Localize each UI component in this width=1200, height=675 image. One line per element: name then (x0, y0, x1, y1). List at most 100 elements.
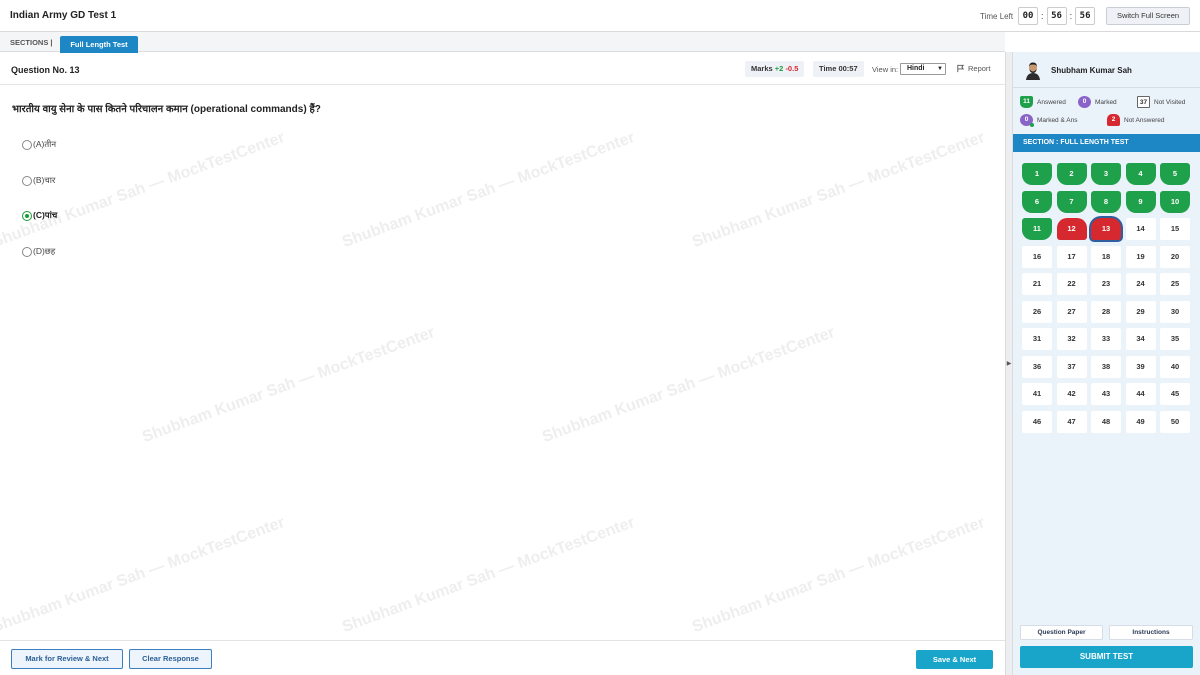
status-legend: 11 Answered 0 Marked 37 Not Visited 0 Ma… (1013, 92, 1200, 134)
question-button-17[interactable]: 17 (1056, 245, 1087, 268)
question-button-42[interactable]: 42 (1056, 383, 1087, 405)
question-button-6[interactable]: 6 (1022, 190, 1052, 213)
legend-marked-ans: 0 Marked & Ans (1020, 114, 1078, 127)
question-button-19[interactable]: 19 (1125, 245, 1156, 268)
question-paper-button[interactable]: Question Paper (1020, 625, 1103, 640)
question-button-27[interactable]: 27 (1056, 300, 1087, 323)
question-button-49[interactable]: 49 (1125, 410, 1156, 433)
instructions-button[interactable]: Instructions (1109, 625, 1193, 640)
report-button[interactable]: Report (956, 64, 991, 73)
question-button-18[interactable]: 18 (1091, 245, 1121, 268)
question-button-22[interactable]: 22 (1056, 273, 1087, 295)
question-button-48[interactable]: 48 (1091, 410, 1121, 433)
option-label: (D)छह (33, 246, 56, 256)
question-button-43[interactable]: 43 (1091, 383, 1121, 405)
timer-hours: 00 (1018, 7, 1039, 25)
question-button-36[interactable]: 36 (1022, 355, 1052, 378)
question-button-24[interactable]: 24 (1125, 273, 1156, 295)
option-label: (C)पांच (33, 210, 58, 220)
question-button-9[interactable]: 9 (1125, 190, 1156, 213)
question-button-47[interactable]: 47 (1056, 410, 1087, 433)
section-heading: SECTION : FULL LENGTH TEST (1013, 134, 1200, 152)
question-button-23[interactable]: 23 (1091, 273, 1121, 295)
marked-label: Marked (1095, 98, 1117, 106)
question-button-32[interactable]: 32 (1056, 328, 1087, 350)
avatar (1023, 60, 1043, 80)
question-button-28[interactable]: 28 (1091, 300, 1121, 323)
question-button-26[interactable]: 26 (1022, 300, 1052, 323)
question-button-38[interactable]: 38 (1091, 355, 1121, 378)
question-button-8[interactable]: 8 (1091, 190, 1121, 213)
question-header: Question No. 13 Marks +2 -0.5 Time 00:57… (0, 53, 1005, 85)
question-button-45[interactable]: 45 (1160, 383, 1190, 405)
tab-full-length-test[interactable]: Full Length Test (60, 36, 138, 53)
question-button-44[interactable]: 44 (1125, 383, 1156, 405)
option-c[interactable]: (C)पांच (22, 210, 57, 221)
question-button-35[interactable]: 35 (1160, 328, 1190, 350)
option-label: (B)चार (33, 175, 56, 185)
question-button-33[interactable]: 33 (1091, 328, 1121, 350)
question-button-34[interactable]: 34 (1125, 328, 1156, 350)
question-button-3[interactable]: 3 (1091, 163, 1121, 185)
answered-count: 11 (1020, 96, 1033, 108)
option-radio[interactable] (22, 139, 32, 150)
question-button-31[interactable]: 31 (1022, 328, 1052, 350)
not-answered-count: 2 (1107, 114, 1120, 126)
question-button-41[interactable]: 41 (1022, 383, 1052, 405)
question-button-4[interactable]: 4 (1125, 163, 1156, 185)
question-area: भारतीय वायु सेना के पास कितने परिचालन कम… (0, 85, 1005, 640)
question-button-13[interactable]: 13 (1091, 218, 1121, 240)
not-answered-label: Not Answered (1124, 116, 1165, 124)
question-button-39[interactable]: 39 (1125, 355, 1156, 378)
question-button-11[interactable]: 11 (1022, 218, 1052, 240)
question-text: भारतीय वायु सेना के पास कितने परिचालन कम… (12, 104, 321, 115)
question-button-1[interactable]: 1 (1022, 163, 1052, 185)
question-button-20[interactable]: 20 (1160, 245, 1190, 268)
question-button-10[interactable]: 10 (1160, 190, 1190, 213)
question-button-5[interactable]: 5 (1160, 163, 1190, 185)
marks-negative: -0.5 (785, 64, 799, 73)
question-button-21[interactable]: 21 (1022, 273, 1052, 295)
question-number: Question No. 13 (11, 65, 80, 75)
option-radio[interactable] (22, 246, 32, 257)
question-button-12[interactable]: 12 (1056, 218, 1087, 240)
timer: Time Left 00 : 56 : 56 (980, 6, 1096, 26)
question-button-30[interactable]: 30 (1160, 300, 1190, 323)
option-radio[interactable] (22, 175, 32, 186)
question-button-2[interactable]: 2 (1056, 163, 1087, 185)
clear-response-button[interactable]: Clear Response (129, 649, 212, 669)
marked-ans-count: 0 (1020, 114, 1034, 127)
question-button-40[interactable]: 40 (1160, 355, 1190, 378)
flag-icon (957, 64, 965, 73)
marks-badge: Marks +2 -0.5 (745, 61, 805, 77)
question-button-14[interactable]: 14 (1125, 218, 1156, 240)
marked-ans-label: Marked & Ans (1037, 116, 1078, 124)
timer-minutes: 56 (1046, 7, 1067, 25)
submit-test-button[interactable]: SUBMIT TEST (1020, 646, 1193, 668)
save-next-button[interactable]: Save & Next (916, 650, 993, 669)
question-button-37[interactable]: 37 (1056, 355, 1087, 378)
marks-label: Marks (751, 64, 773, 73)
timer-seconds: 56 (1075, 7, 1096, 25)
option-d[interactable]: (D)छह (22, 246, 55, 257)
mark-for-review-button[interactable]: Mark for Review & Next (11, 649, 123, 669)
option-label: (A)तीन (33, 139, 57, 149)
sections-bar: SECTIONS | Full Length Test (0, 32, 1005, 53)
option-radio[interactable] (22, 210, 32, 221)
question-button-50[interactable]: 50 (1160, 410, 1190, 433)
question-button-7[interactable]: 7 (1056, 190, 1087, 213)
question-button-29[interactable]: 29 (1125, 300, 1156, 323)
option-a[interactable]: (A)तीन (22, 139, 56, 150)
answered-label: Answered (1037, 98, 1066, 106)
language-select[interactable]: Hindi ▼ (900, 63, 946, 75)
legend-marked: 0 Marked (1078, 96, 1117, 108)
user-info: Shubham Kumar Sah (1013, 52, 1200, 88)
view-in-label: View in: (872, 65, 899, 74)
switch-full-screen-button[interactable]: Switch Full Screen (1106, 7, 1190, 25)
question-button-46[interactable]: 46 (1022, 410, 1052, 433)
collapse-arrow-icon[interactable]: ▶ (1005, 360, 1013, 367)
question-button-25[interactable]: 25 (1160, 273, 1190, 295)
question-button-16[interactable]: 16 (1022, 245, 1052, 268)
question-button-15[interactable]: 15 (1160, 218, 1190, 240)
option-b[interactable]: (B)चार (22, 175, 55, 186)
